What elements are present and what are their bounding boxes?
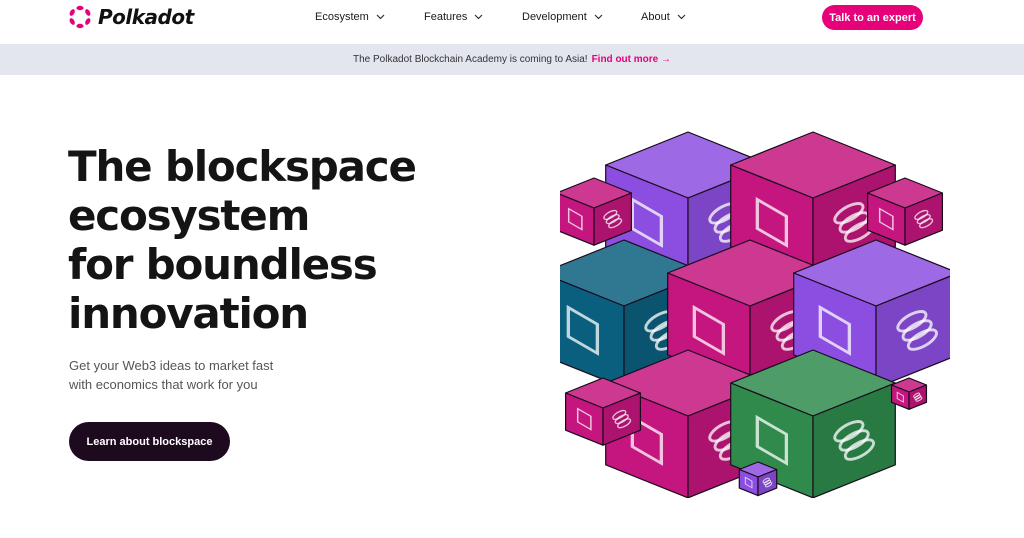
nav-development[interactable]: Development (522, 11, 603, 23)
hero-title-line: innovation (68, 289, 309, 338)
nav-features[interactable]: Features (424, 11, 483, 23)
learn-about-blockspace-button[interactable]: Learn about blockspace (69, 422, 230, 461)
polkadot-logo[interactable]: Polkadot (68, 5, 194, 29)
chevron-down-icon (474, 14, 483, 20)
nav-ecosystem[interactable]: Ecosystem (315, 11, 385, 23)
hero-subtitle: Get your Web3 ideas to market fast with … (69, 356, 273, 394)
brand-name: Polkadot (98, 5, 194, 29)
cube (560, 177, 633, 246)
hero-title-line: The blockspace (68, 142, 417, 191)
announcement-banner: The Polkadot Blockchain Academy is comin… (0, 44, 1024, 75)
site-header: Polkadot Ecosystem Features Development … (0, 0, 1024, 44)
chevron-down-icon (594, 14, 603, 20)
chevron-down-icon (376, 14, 385, 20)
chevron-down-icon (677, 14, 686, 20)
nav-development-label: Development (522, 11, 587, 23)
hero-subtitle-line: Get your Web3 ideas to market fast (69, 358, 274, 373)
cube (866, 177, 944, 246)
hero-title-line: for boundless (68, 240, 378, 289)
hero-title-line: ecosystem (68, 191, 310, 240)
banner-text: The Polkadot Blockchain Academy is comin… (352, 54, 588, 65)
hero-title: The blockspace ecosystem for boundless i… (68, 142, 417, 338)
nav-ecosystem-label: Ecosystem (315, 11, 369, 23)
find-out-more-link[interactable]: Find out more → (592, 54, 671, 65)
blockspace-cubes-illustration (560, 131, 950, 498)
cube (564, 377, 642, 446)
nav-about[interactable]: About (641, 11, 686, 23)
hero-subtitle-line: with economics that work for you (69, 377, 258, 392)
nav-about-label: About (641, 11, 670, 23)
polkadot-logo-icon (69, 5, 91, 29)
nav-features-label: Features (424, 11, 468, 23)
talk-to-expert-button[interactable]: Talk to an expert (822, 5, 923, 30)
cube (738, 461, 778, 497)
cube (890, 377, 928, 410)
